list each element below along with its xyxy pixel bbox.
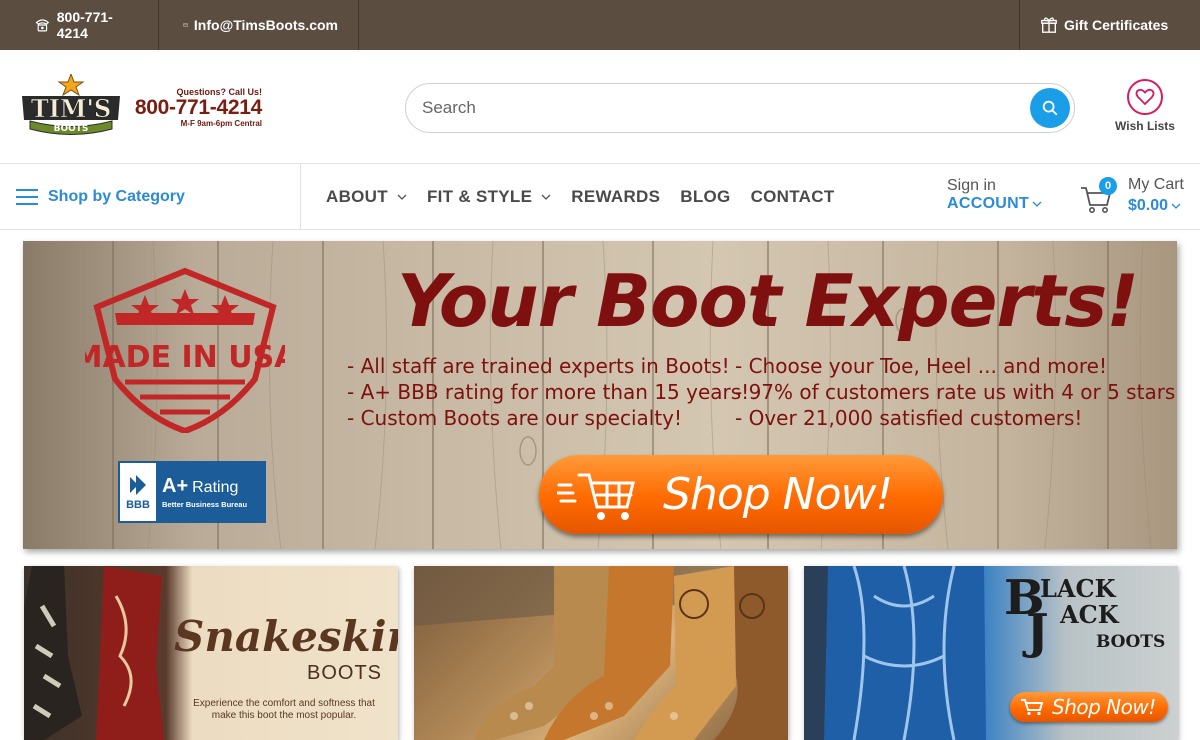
hero-bullets-right: - Choose your Toe, Heel ... and more! - … <box>735 353 1175 431</box>
envelope-icon <box>183 23 188 27</box>
chevron-down-icon <box>1032 201 1042 207</box>
bbb-rating: A+ Rating <box>162 475 266 498</box>
account-dropdown[interactable]: ACCOUNT <box>947 195 1042 213</box>
gift-icon <box>1041 17 1057 33</box>
shop-by-category-label: Shop by Category <box>48 187 185 205</box>
nav-item-label: REWARDS <box>571 186 661 206</box>
search-input[interactable] <box>422 98 1030 118</box>
nav-item-label: FIT & STYLE <box>426 186 533 206</box>
nav-item-label: CONTACT <box>750 186 835 206</box>
hero-title: Your Boot Experts! <box>397 259 1139 343</box>
call-hours: M-F 9am-6pm Central <box>180 119 262 128</box>
svg-text:BOOTS: BOOTS <box>54 124 89 134</box>
snakeskin-boots-tile[interactable]: Snakeskin BOOTS Experience the comfort a… <box>24 566 398 740</box>
topbar-email-text: Info@TimsBoots.com <box>193 17 338 33</box>
nav-item-fit-style[interactable]: FIT & STYLE <box>427 187 551 207</box>
shopping-cart-icon <box>1021 699 1044 716</box>
wishlist-circle <box>1127 79 1163 115</box>
bbb-rating-block: A+ Rating Better Business Bureau <box>158 461 266 523</box>
gift-certificates-link[interactable]: Gift Certificates <box>1020 0 1200 50</box>
hero-bullet: - All staff are trained experts in Boots… <box>347 354 730 378</box>
bj-shop-now-button[interactable]: Shop Now! <box>1010 692 1168 722</box>
cart-count-badge: 0 <box>1099 177 1117 195</box>
call-us-block: Questions? Call Us! 800-771-4214 M-F 9am… <box>132 87 262 128</box>
search-button[interactable] <box>1030 88 1070 128</box>
exotic-boots-image <box>414 566 788 740</box>
hero-bullet: - Over 21,000 satisfied customers! <box>735 406 1083 430</box>
signin-label: Sign in <box>947 177 996 194</box>
bbb-rating-word: Rating <box>192 479 239 496</box>
bbb-seal: BBB <box>118 461 158 523</box>
hero-bullet: - A+ BBB rating for more than 15 years! <box>347 380 750 404</box>
hero-bullets-left: - All staff are trained experts in Boots… <box>347 353 749 431</box>
phone-icon <box>35 19 50 32</box>
hero-bullet: - 97% of customers rate us with 4 or 5 s… <box>735 380 1176 404</box>
chevron-down-icon <box>1171 203 1181 209</box>
bbb-seal-text: BBB <box>126 499 150 511</box>
wishlist-label: Wish Lists <box>1115 119 1175 133</box>
made-in-usa-text: MADE IN USA <box>85 340 285 375</box>
topbar-spacer <box>359 0 1020 50</box>
snakeskin-title: Snakeskin <box>174 612 398 661</box>
shop-by-category-button[interactable]: Shop by Category <box>0 164 301 229</box>
cart-total-value: $0.00 <box>1128 197 1169 214</box>
top-bar: 800-771-4214 Info@TimsBoots.com Gift Cer… <box>0 0 1200 50</box>
nav-item-label: BLOG <box>680 186 731 206</box>
wishlist-button[interactable]: Wish Lists <box>1108 79 1182 133</box>
topbar-phone-text: 800-771-4214 <box>56 9 113 41</box>
main-nav: Shop by Category ABOUT FIT & STYLE REWAR… <box>0 164 1200 230</box>
header: TIM'S BOOTS Questions? Call Us! 800-771-… <box>0 50 1200 164</box>
nav-menu: ABOUT FIT & STYLE REWARDS BLOG CONTACT <box>326 164 855 229</box>
hero-bullet: - Custom Boots are our specialty! <box>347 406 683 430</box>
blue-boot-image <box>804 566 986 740</box>
bbb-rating-badge: BBB A+ Rating Better Business Bureau <box>118 461 266 523</box>
nav-item-label: ABOUT <box>326 186 388 206</box>
account-menu[interactable]: Sign in ACCOUNT <box>947 177 1042 213</box>
shopping-cart-icon <box>557 473 635 520</box>
call-number[interactable]: 800-771-4214 <box>132 97 262 119</box>
cart-button[interactable]: 0 My Cart $0.00 <box>1080 176 1190 220</box>
cart-total: $0.00 <box>1128 197 1181 215</box>
tims-boots-logo[interactable]: TIM'S BOOTS <box>20 74 122 140</box>
topbar-email-link[interactable]: Info@TimsBoots.com <box>159 0 359 50</box>
bj-line2: ACK <box>1060 600 1119 629</box>
bbb-torch-icon <box>130 475 146 495</box>
cart-label: My Cart <box>1128 176 1184 193</box>
hero-shop-now-button[interactable]: Shop Now! <box>539 455 943 534</box>
topbar-phone-link[interactable]: 800-771-4214 <box>0 0 159 50</box>
nav-item-blog[interactable]: BLOG <box>680 187 730 207</box>
bbb-subtitle: Better Business Bureau <box>162 500 248 509</box>
bj-letter-j: J <box>1026 604 1049 660</box>
hamburger-icon <box>16 188 38 205</box>
nav-item-about[interactable]: ABOUT <box>326 187 407 207</box>
snakeskin-subtitle: BOOTS <box>307 662 383 684</box>
made-in-usa-shield: MADE IN USA <box>85 267 285 433</box>
snakeskin-description: Experience the comfort and softness that… <box>193 698 375 721</box>
hero-shop-now-label: Shop Now! <box>663 469 893 520</box>
svg-text:TIM'S: TIM'S <box>31 94 111 123</box>
bj-boots: BOOTS <box>1096 632 1166 652</box>
bj-line1: LACK <box>1040 574 1116 603</box>
gift-certificates-text: Gift Certificates <box>1064 17 1169 33</box>
snakeskin-boots-image <box>24 566 164 740</box>
account-label: ACCOUNT <box>947 195 1030 212</box>
bj-shop-now-label: Shop Now! <box>1052 695 1156 719</box>
nav-item-rewards[interactable]: REWARDS <box>571 187 660 207</box>
search-icon <box>1042 100 1058 116</box>
search-bar <box>405 83 1075 133</box>
chevron-down-icon <box>397 194 407 200</box>
black-jack-boots-tile[interactable]: B LACK J ACK BOOTS Shop Now! <box>804 566 1178 740</box>
nav-item-contact[interactable]: CONTACT <box>751 187 835 207</box>
bbb-grade: A+ <box>162 475 189 497</box>
hero-banner[interactable]: MADE IN USA Your Boot Experts! - All sta… <box>23 241 1177 549</box>
chevron-down-icon <box>541 194 551 200</box>
heart-icon <box>1135 88 1155 106</box>
exotic-boots-tile[interactable] <box>414 566 788 740</box>
hero-bullet: - Choose your Toe, Heel ... and more! <box>735 354 1107 378</box>
